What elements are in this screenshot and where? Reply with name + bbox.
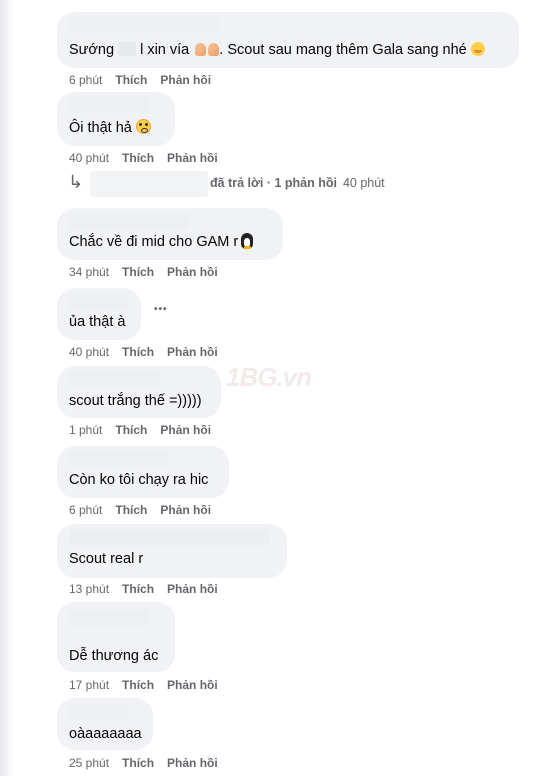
comment-author-blurred[interactable] bbox=[69, 451, 169, 467]
comment-author-blurred[interactable] bbox=[69, 16, 219, 32]
comment-time: 6 phút bbox=[69, 73, 103, 87]
like-button[interactable]: Thích bbox=[115, 423, 147, 437]
comment-meta: 34 phút Thích Phản hồi bbox=[69, 265, 218, 279]
like-button[interactable]: Thích bbox=[122, 151, 154, 165]
comment-time: 40 phút bbox=[69, 151, 110, 165]
reply-button[interactable]: Phản hồi bbox=[160, 423, 211, 437]
flushed-face-icon bbox=[135, 119, 151, 134]
pray-icon bbox=[208, 43, 220, 56]
reply-arrow-icon: ↳ bbox=[68, 172, 84, 192]
comment-author-blurred[interactable] bbox=[69, 703, 129, 719]
comment-time: 25 phút bbox=[69, 756, 110, 770]
like-button[interactable]: Thích bbox=[115, 73, 147, 87]
replier-name-blurred bbox=[90, 171, 208, 197]
reply-button[interactable]: Phản hồi bbox=[167, 151, 218, 165]
like-button[interactable]: Thích bbox=[122, 756, 154, 770]
blurred-word bbox=[118, 42, 137, 56]
comment-author-blurred[interactable] bbox=[69, 610, 149, 626]
reply-summary-text: đã trả lời · 1 phản hồi 40 phút bbox=[210, 176, 385, 190]
view-replies-link[interactable]: ↳ đã trả lời · 1 phản hồi 40 phút bbox=[68, 171, 488, 197]
comment-author-blurred[interactable] bbox=[69, 371, 159, 387]
comment-time: 1 phút bbox=[69, 423, 103, 437]
comment-time: 34 phút bbox=[69, 265, 110, 279]
comment-time: 6 phút bbox=[69, 503, 103, 517]
like-button[interactable]: Thích bbox=[122, 265, 154, 279]
comment-time: 40 phút bbox=[69, 345, 110, 359]
comment-text: ủa thật à bbox=[69, 314, 126, 330]
comment-meta: 6 phút Thích Phản hồi bbox=[69, 503, 211, 517]
left-edge-shadow bbox=[0, 0, 14, 776]
like-button[interactable]: Thích bbox=[115, 503, 147, 517]
comment-meta: 25 phút Thích Phản hồi bbox=[69, 756, 218, 770]
comment-bubble: Chắc về đi mid cho GAM r bbox=[57, 208, 283, 260]
comment-author-blurred[interactable] bbox=[69, 529, 269, 545]
hugging-face-icon bbox=[470, 42, 485, 56]
reply-button[interactable]: Phản hồi bbox=[167, 265, 218, 279]
reply-button[interactable]: Phản hồi bbox=[160, 73, 211, 87]
comment-meta: 17 phút Thích Phản hồi bbox=[69, 678, 218, 692]
comment-text: Còn ko tôi chạy ra hic bbox=[69, 472, 209, 488]
watermark-logo: 1BG.vn bbox=[226, 362, 312, 392]
comment-text: Chắc về đi mid cho GAM r bbox=[69, 233, 254, 251]
reply-button[interactable]: Phản hồi bbox=[160, 503, 211, 517]
comment-text: Dễ thương ác bbox=[69, 648, 159, 664]
comment-meta: 6 phút Thích Phản hồi bbox=[69, 73, 211, 87]
comment-text: Scout real r bbox=[69, 551, 144, 567]
comment-author-blurred[interactable] bbox=[69, 97, 149, 113]
comment-bubble: Còn ko tôi chạy ra hic bbox=[57, 446, 229, 498]
reply-button[interactable]: Phản hồi bbox=[167, 678, 218, 692]
comment-time: 13 phút bbox=[69, 582, 110, 596]
comment-bubble: Sướng l xin vía . Scout sau mang thêm Ga… bbox=[57, 12, 519, 68]
pray-icon bbox=[195, 43, 207, 56]
like-button[interactable]: Thích bbox=[122, 345, 154, 359]
comment-bubble: oàaaaaaaa bbox=[57, 698, 153, 750]
comment-bubble: ủa thật à bbox=[57, 288, 141, 340]
comment-time: 17 phút bbox=[69, 678, 110, 692]
comment-meta: 40 phút Thích Phản hồi bbox=[69, 151, 218, 165]
like-button[interactable]: Thích bbox=[122, 582, 154, 596]
like-button[interactable]: Thích bbox=[122, 678, 154, 692]
comment-meta: 13 phút Thích Phản hồi bbox=[69, 582, 218, 596]
comment-bubble: Dễ thương ác bbox=[57, 602, 175, 672]
comment-bubble: scout trắng thế =))))) bbox=[57, 366, 221, 418]
comment-text: Ôi thật hả bbox=[69, 119, 151, 137]
comment-text: Sướng l xin vía . Scout sau mang thêm Ga… bbox=[69, 41, 485, 59]
comment-text: oàaaaaaaa bbox=[69, 726, 142, 742]
comment-meta: 40 phút Thích Phản hồi bbox=[69, 345, 218, 359]
comment-text: scout trắng thế =))))) bbox=[69, 393, 202, 409]
penguin-icon bbox=[241, 233, 254, 249]
reply-button[interactable]: Phản hồi bbox=[167, 582, 218, 596]
comment-meta: 1 phút Thích Phản hồi bbox=[69, 423, 211, 437]
reply-button[interactable]: Phản hồi bbox=[167, 345, 218, 359]
comment-bubble: Ôi thật hả bbox=[57, 92, 175, 146]
more-options-icon[interactable]: ••• bbox=[154, 304, 168, 315]
comment-author-blurred[interactable] bbox=[69, 213, 189, 229]
reply-button[interactable]: Phản hồi bbox=[167, 756, 218, 770]
reply-summary-time: 40 phút bbox=[342, 176, 385, 190]
comment-bubble: Scout real r bbox=[57, 524, 287, 578]
comment-author-blurred[interactable] bbox=[69, 293, 129, 309]
